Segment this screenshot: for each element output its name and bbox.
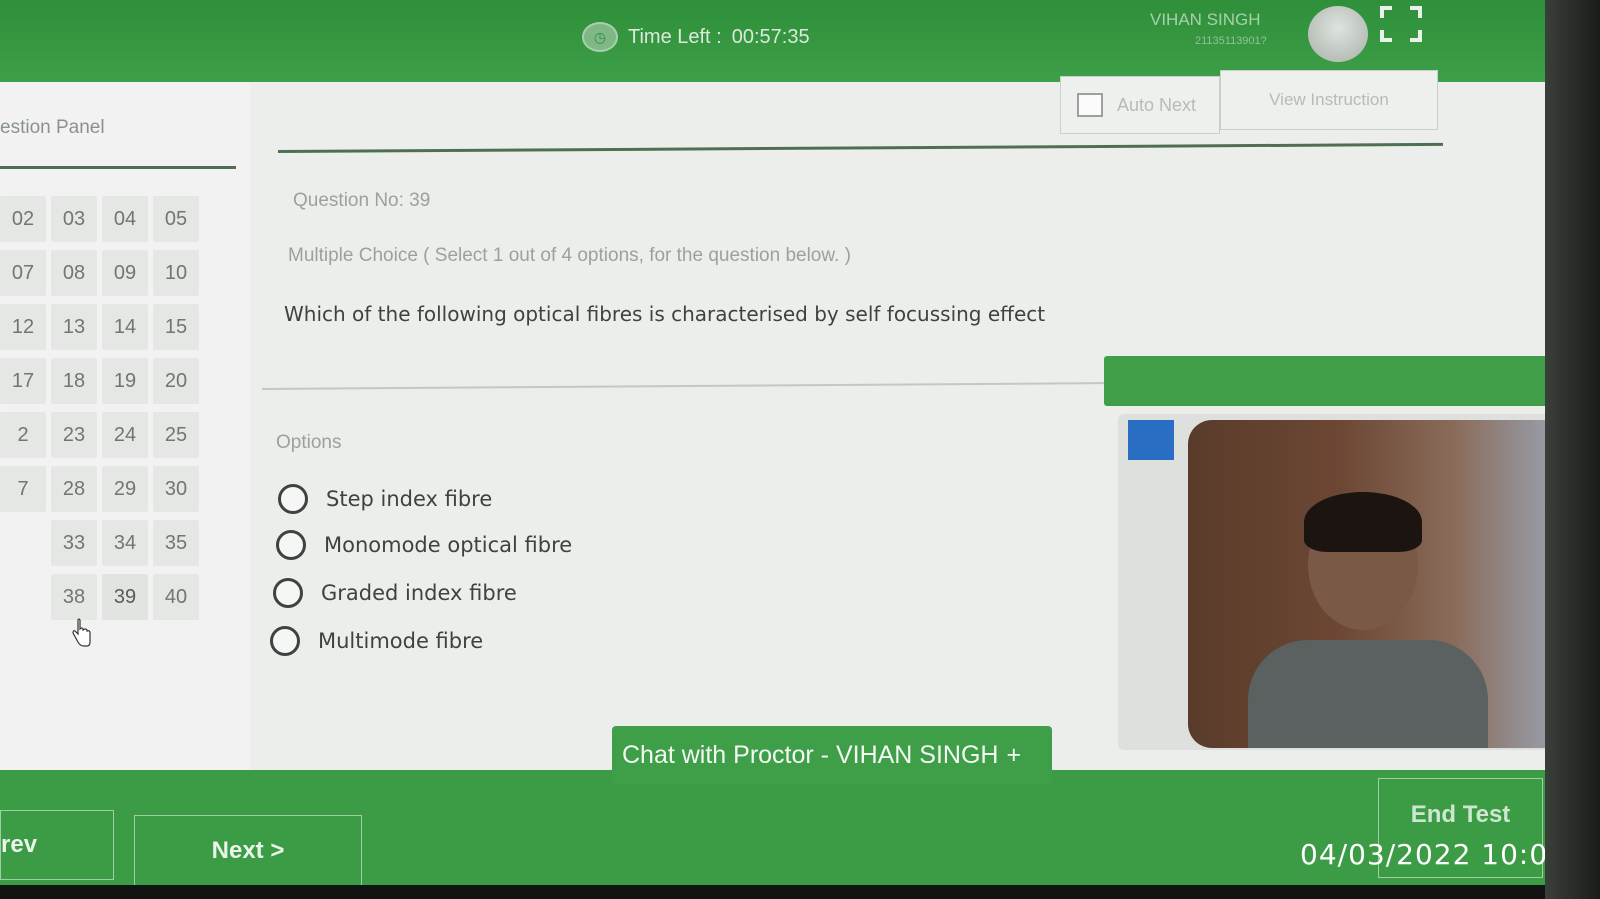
question-nav-button[interactable]: 33	[51, 520, 97, 566]
question-nav-button[interactable]: 25	[153, 412, 199, 458]
next-button[interactable]: Next >	[134, 815, 362, 887]
question-nav-button[interactable]: 08	[51, 250, 97, 296]
option-3[interactable]: Graded index fibre	[273, 578, 517, 608]
question-nav-button[interactable]: 10	[153, 250, 199, 296]
option-label: Multimode fibre	[318, 629, 484, 653]
photo-timestamp: 04/03/2022 10:02	[1300, 838, 1567, 871]
view-instruction-button[interactable]: View Instruction	[1220, 70, 1438, 130]
clock-icon: ◷	[582, 22, 618, 52]
question-nav-button[interactable]: 20	[153, 358, 199, 404]
question-nav-button[interactable]: 14	[102, 304, 148, 350]
question-nav-button[interactable]: 40	[153, 574, 199, 620]
options-label: Options	[276, 432, 342, 453]
option-1[interactable]: Step index fibre	[278, 484, 492, 514]
question-nav-button[interactable]: 35	[153, 520, 199, 566]
question-nav-button[interactable]: 18	[51, 358, 97, 404]
avatar	[1308, 6, 1368, 62]
question-nav-button[interactable]: 38	[51, 574, 97, 620]
question-nav-button[interactable]: 24	[102, 412, 148, 458]
timer-value: 00:57:35	[731, 25, 810, 48]
question-nav-button[interactable]: 02	[0, 196, 46, 242]
question-nav-button[interactable]: 34	[102, 520, 148, 566]
question-nav-button[interactable]: 13	[51, 304, 97, 350]
user-name: VIHAN SINGH	[1150, 10, 1261, 29]
option-label: Graded index fibre	[321, 581, 517, 605]
auto-next-toggle[interactable]: Auto Next	[1060, 76, 1220, 134]
option-radio[interactable]	[270, 626, 300, 656]
question-nav-button[interactable]: 39	[102, 574, 148, 620]
chat-with-proctor-button[interactable]: Chat with Proctor - VIHAN SINGH +	[612, 726, 1052, 784]
hand-cursor-icon	[72, 618, 91, 647]
question-nav-button[interactable]: 07	[0, 250, 46, 296]
question-nav-button[interactable]: 23	[51, 412, 97, 458]
question-nav-button[interactable]: 03	[51, 196, 97, 242]
exam-screen: ◷ Time Left : 00:57:35 VIHAN SINGH 21135…	[0, 0, 1600, 899]
panel-divider	[0, 166, 236, 169]
webcam-person-body	[1248, 640, 1488, 748]
question-grid: 02 03 04 05 07 08 09 10 12 13 14 15 17 18 19 20 2 23 24 25 7…	[0, 196, 200, 620]
question-nav-button[interactable]: 2	[0, 412, 46, 458]
bottom-edge	[0, 885, 1600, 899]
question-nav-button[interactable]: 12	[0, 304, 46, 350]
auto-next-checkbox[interactable]	[1077, 93, 1103, 117]
webcam-feed	[1188, 420, 1568, 748]
fullscreen-icon[interactable]	[1380, 6, 1422, 42]
user-id: 21135113901?	[1195, 35, 1267, 47]
section-divider	[261, 382, 1104, 390]
question-nav-button[interactable]: 30	[153, 466, 199, 512]
question-nav-button[interactable]: 17	[0, 358, 46, 404]
option-4[interactable]: Multimode fibre	[270, 626, 483, 656]
option-radio[interactable]	[273, 578, 303, 608]
question-nav-button[interactable]: 04	[102, 196, 148, 242]
webcam-header[interactable]	[1104, 356, 1570, 406]
option-label: Step index fibre	[326, 487, 493, 511]
question-type: Multiple Choice ( Select 1 out of 4 opti…	[288, 245, 851, 266]
option-2[interactable]: Monomode optical fibre	[276, 530, 572, 560]
webcam-window-shape	[1128, 420, 1174, 460]
webcam-panel	[1118, 414, 1570, 750]
timer-label: Time Left :	[628, 25, 722, 48]
question-nav-button[interactable]: 29	[102, 466, 148, 512]
question-nav-button[interactable]: 7	[0, 466, 46, 512]
option-radio[interactable]	[278, 484, 308, 514]
timer: ◷ Time Left : 00:57:35	[582, 22, 810, 52]
main-divider	[277, 142, 1443, 153]
question-text: Which of the following optical fibres is…	[284, 302, 1046, 326]
auto-next-label: Auto Next	[1117, 94, 1197, 115]
option-label: Monomode optical fibre	[324, 533, 573, 557]
question-nav-button[interactable]: 28	[51, 466, 97, 512]
question-nav-button[interactable]: 15	[153, 304, 199, 350]
prev-button[interactable]: rev	[0, 810, 114, 880]
screen-bezel	[1545, 0, 1600, 899]
question-panel-title: estion Panel	[0, 117, 105, 138]
question-number: Question No: 39	[293, 190, 431, 211]
question-nav-button[interactable]: 09	[102, 250, 148, 296]
question-nav-button[interactable]: 05	[153, 196, 199, 242]
question-nav-button[interactable]: 19	[102, 358, 148, 404]
option-radio[interactable]	[276, 530, 306, 560]
chat-label: Chat with Proctor - VIHAN SINGH	[622, 740, 999, 769]
webcam-person-hair	[1304, 492, 1422, 552]
chat-plus-icon: +	[1006, 740, 1022, 769]
